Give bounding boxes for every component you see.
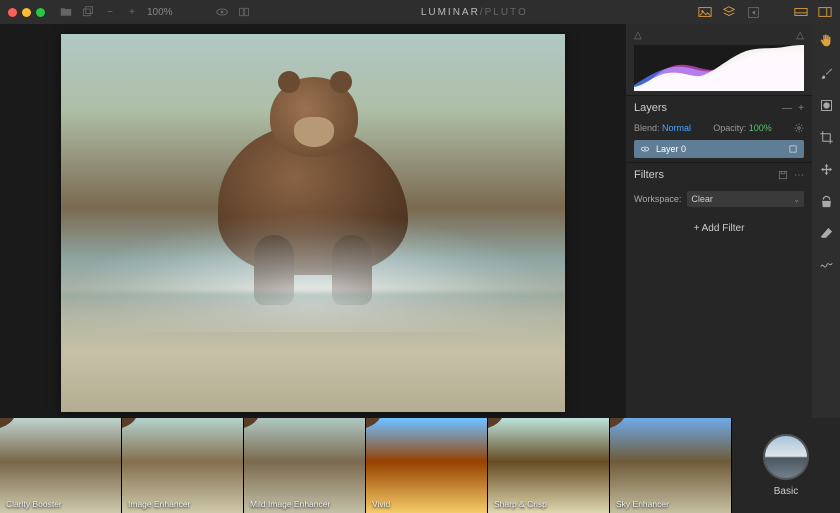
zoom-in-icon[interactable]: +: [125, 5, 139, 19]
zoom-level[interactable]: 100%: [147, 7, 173, 18]
tool-strip: [812, 24, 840, 418]
mask-tool-icon[interactable]: [817, 96, 835, 114]
preset-label: Sharp & Crisp: [494, 499, 547, 509]
preset-thumb-2[interactable]: Mild Image Enhancer: [244, 418, 366, 513]
workspace-select[interactable]: Clear ⌄: [687, 191, 804, 207]
preset-label: Vivid: [372, 499, 390, 509]
app-title-sub: /PLUTO: [480, 7, 528, 18]
filters-panel: Filters ⋯ Workspace: Clear ⌄: [626, 162, 812, 246]
open-file-icon[interactable]: [59, 5, 73, 19]
right-column: △ △ Layers: [626, 24, 840, 418]
layer-item-0[interactable]: Layer 0: [634, 140, 804, 158]
chevron-down-icon: ⌄: [793, 195, 800, 204]
denoise-tool-icon[interactable]: [817, 256, 835, 274]
filters-title: Filters: [634, 169, 664, 181]
preset-thumb-0[interactable]: Clarity Booster: [0, 418, 122, 513]
histogram-graph[interactable]: [634, 45, 804, 91]
layer-visibility-icon[interactable]: [640, 144, 650, 154]
duplicate-icon[interactable]: [81, 5, 95, 19]
app-window: − + 100% LUMINAR/PLUTO: [0, 0, 840, 513]
sidepanel-toggle-icon[interactable]: [818, 5, 832, 19]
minimize-window-button[interactable]: [22, 8, 31, 17]
workspace-value: Clear: [691, 194, 713, 204]
crop-tool-icon[interactable]: [817, 128, 835, 146]
preset-thumb-4[interactable]: Sharp & Crisp: [488, 418, 610, 513]
export-icon[interactable]: [746, 5, 760, 19]
histogram-panel: △ △: [626, 24, 812, 95]
filters-menu-icon[interactable]: ⋯: [794, 170, 804, 181]
filmstrip-toggle-icon[interactable]: [794, 5, 808, 19]
layers-collapse-icon[interactable]: —: [782, 103, 792, 114]
top-toolbar: − + 100% LUMINAR/PLUTO: [0, 0, 840, 24]
layers-tab-icon[interactable]: [722, 5, 736, 19]
preset-thumb-5[interactable]: Sky Enhancer: [610, 418, 732, 513]
histogram-clip-highlights[interactable]: △: [796, 30, 804, 41]
save-workspace-icon[interactable]: [778, 170, 788, 181]
hand-tool-icon[interactable]: [817, 32, 835, 50]
add-layer-icon[interactable]: +: [798, 103, 804, 114]
side-panel: △ △ Layers: [626, 24, 812, 418]
layer-name: Layer 0: [656, 144, 686, 154]
clone-tool-icon[interactable]: [817, 192, 835, 210]
add-filter-button[interactable]: Add Filter: [634, 219, 804, 238]
app-title: LUMINAR/PLUTO: [259, 7, 690, 18]
compare-icon[interactable]: [237, 5, 251, 19]
preset-filmstrip: Clarity Booster Image Enhancer Mild Imag…: [0, 418, 840, 513]
erase-tool-icon[interactable]: [817, 224, 835, 242]
layers-panel: Layers — + Blend: Normal Opacity: 100%: [626, 95, 812, 162]
blend-value[interactable]: Normal: [662, 123, 691, 133]
histogram-clip-shadows[interactable]: △: [634, 30, 642, 41]
app-title-main: LUMINAR: [421, 7, 480, 18]
preset-thumb-1[interactable]: Image Enhancer: [122, 418, 244, 513]
maximize-window-button[interactable]: [36, 8, 45, 17]
brush-tool-icon[interactable]: [817, 64, 835, 82]
blend-label: Blend:: [634, 123, 660, 133]
main-body: △ △ Layers: [0, 24, 840, 418]
transform-tool-icon[interactable]: [817, 160, 835, 178]
preset-category-selector[interactable]: Basic: [732, 418, 840, 513]
canvas-area[interactable]: [0, 24, 626, 418]
layer-expand-icon[interactable]: [788, 144, 798, 154]
preset-category-icon: [763, 434, 809, 480]
preview-icon[interactable]: [215, 5, 229, 19]
preset-label: Clarity Booster: [6, 499, 62, 509]
image-tab-icon[interactable]: [698, 5, 712, 19]
image-foreground: [61, 292, 565, 412]
preset-thumb-3[interactable]: Vivid: [366, 418, 488, 513]
image-canvas[interactable]: [61, 34, 565, 412]
preset-label: Mild Image Enhancer: [250, 499, 330, 509]
layer-settings-icon[interactable]: [794, 123, 804, 133]
workspace-label: Workspace:: [634, 194, 681, 204]
window-controls: [8, 8, 45, 17]
preset-label: Sky Enhancer: [616, 499, 669, 509]
close-window-button[interactable]: [8, 8, 17, 17]
layers-title: Layers: [634, 102, 667, 114]
opacity-label: Opacity:: [713, 123, 746, 133]
opacity-value[interactable]: 100%: [749, 123, 772, 133]
preset-label: Image Enhancer: [128, 499, 190, 509]
zoom-out-icon[interactable]: −: [103, 5, 117, 19]
preset-category-label: Basic: [774, 486, 798, 497]
